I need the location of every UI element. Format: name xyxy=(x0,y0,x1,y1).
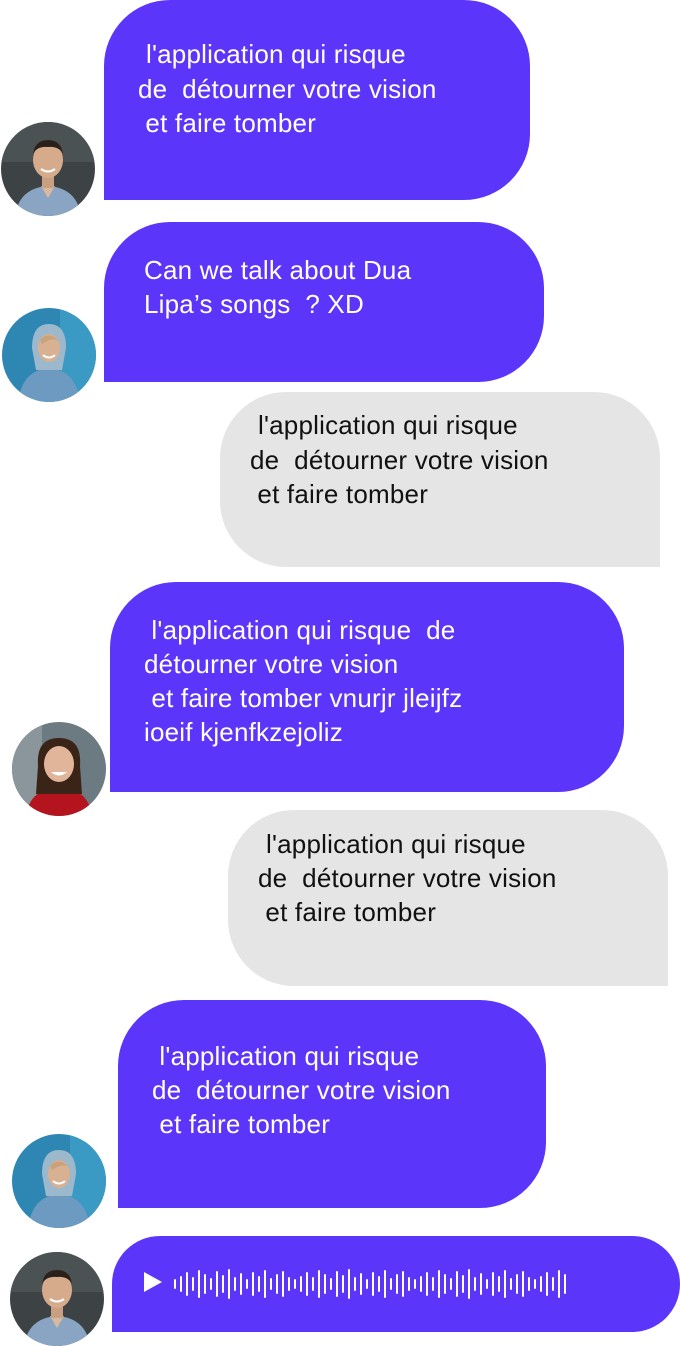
waveform-bar xyxy=(408,1277,410,1291)
waveform-bar xyxy=(210,1278,212,1290)
waveform-bar xyxy=(336,1271,338,1297)
waveform-bar xyxy=(258,1276,260,1292)
message-line: de détourner votre vision xyxy=(250,445,549,475)
waveform-bar xyxy=(174,1279,176,1289)
waveform-bar xyxy=(330,1278,332,1290)
message-line: et faire tomber vnurjr jleijfz xyxy=(144,683,463,713)
waveform-bar xyxy=(456,1271,458,1297)
message-bubble-4[interactable]: l'application qui risque de détourner vo… xyxy=(110,582,624,792)
waveform-bar xyxy=(492,1272,494,1296)
waveform-bar xyxy=(384,1270,386,1298)
waveform-bar xyxy=(348,1269,350,1299)
waveform-bar xyxy=(354,1277,356,1291)
message-line: de détourner votre vision xyxy=(152,1075,451,1105)
waveform-bar xyxy=(264,1270,266,1298)
waveform-bar xyxy=(510,1278,512,1290)
message-bubble-2[interactable]: Can we talk about Dua Lipa’s songs ? XD xyxy=(104,222,544,382)
waveform-bar xyxy=(432,1277,434,1291)
message-bubble-3[interactable]: l'application qui risque de détourner vo… xyxy=(220,392,660,567)
waveform-bar xyxy=(288,1277,290,1291)
waveform-bar xyxy=(540,1276,542,1292)
message-line: Can we talk about Dua xyxy=(144,255,412,285)
waveform-bar xyxy=(462,1275,464,1293)
waveform-bar xyxy=(468,1269,470,1299)
waveform-bar xyxy=(294,1279,296,1289)
waveform-bar xyxy=(450,1278,452,1290)
smiling-woman-avatar[interactable] xyxy=(12,722,106,816)
message-line: de détourner votre vision xyxy=(138,74,437,104)
message-bubble-5[interactable]: l'application qui risque de détourner vo… xyxy=(228,810,668,986)
message-line: et faire tomber xyxy=(258,897,437,927)
waveform-bar xyxy=(522,1271,524,1297)
waveform-bar xyxy=(318,1270,320,1298)
voice-message-bubble[interactable] xyxy=(112,1236,680,1332)
waveform-bar xyxy=(252,1272,254,1296)
waveform-bar xyxy=(228,1269,230,1299)
message-line: et faire tomber xyxy=(152,1109,331,1139)
waveform-bar xyxy=(300,1276,302,1292)
waveform-bar xyxy=(426,1272,428,1296)
waveform-bar xyxy=(486,1279,488,1289)
message-bubble-1[interactable]: l'application qui risque de détourner vo… xyxy=(104,0,530,200)
waveform-bar xyxy=(534,1279,536,1289)
waveform-bar xyxy=(390,1278,392,1290)
message-line: détourner votre vision xyxy=(144,649,399,679)
hooded-woman-avatar[interactable] xyxy=(2,308,96,402)
waveform-bar xyxy=(240,1273,242,1295)
waveform-bar xyxy=(444,1274,446,1294)
waveform-bar xyxy=(270,1278,272,1290)
waveform-bar xyxy=(438,1270,440,1298)
waveform-bar xyxy=(480,1273,482,1295)
waveform-bar xyxy=(234,1277,236,1291)
waveform-bar xyxy=(396,1274,398,1294)
waveform-bar xyxy=(180,1276,182,1292)
man-avatar[interactable] xyxy=(1,122,95,216)
waveform-bar xyxy=(186,1272,188,1296)
waveform-bar xyxy=(282,1271,284,1297)
message-line: l'application qui risque xyxy=(146,39,406,69)
waveform-bar xyxy=(216,1271,218,1297)
waveform-bar xyxy=(360,1273,362,1295)
waveform-bar xyxy=(372,1272,374,1296)
waveform-bar xyxy=(204,1274,206,1294)
waveform[interactable] xyxy=(174,1264,574,1304)
waveform-bar xyxy=(246,1279,248,1289)
play-icon[interactable] xyxy=(142,1270,164,1294)
waveform-bar xyxy=(342,1275,344,1293)
waveform-bar xyxy=(324,1274,326,1294)
waveform-bar xyxy=(528,1277,530,1291)
waveform-bar xyxy=(306,1272,308,1296)
waveform-bar xyxy=(504,1270,506,1298)
waveform-bar xyxy=(402,1271,404,1297)
waveform-bar xyxy=(420,1276,422,1292)
message-line: et faire tomber xyxy=(138,108,317,138)
waveform-bar xyxy=(414,1279,416,1289)
message-line: l'application qui risque xyxy=(266,829,526,859)
waveform-bar xyxy=(498,1276,500,1292)
waveform-bar xyxy=(558,1270,560,1298)
waveform-bar xyxy=(546,1272,548,1296)
waveform-bar xyxy=(312,1277,314,1291)
waveform-bar xyxy=(222,1275,224,1293)
waveform-bar xyxy=(552,1277,554,1291)
man-avatar[interactable] xyxy=(10,1252,104,1346)
waveform-bar xyxy=(516,1274,518,1294)
waveform-bar xyxy=(564,1274,566,1294)
hooded-woman-avatar[interactable] xyxy=(12,1134,106,1228)
waveform-bar xyxy=(192,1277,194,1291)
waveform-bar xyxy=(474,1277,476,1291)
message-line: l'application qui risque xyxy=(152,1041,420,1071)
waveform-bar xyxy=(366,1279,368,1289)
waveform-bar xyxy=(198,1270,200,1298)
message-line: Lipa’s songs ? XD xyxy=(144,289,364,319)
message-line: et faire tomber xyxy=(250,479,429,509)
waveform-bar xyxy=(378,1276,380,1292)
message-bubble-6[interactable]: l'application qui risque de détourner vo… xyxy=(118,1000,546,1208)
message-line: de détourner votre vision xyxy=(258,863,557,893)
message-line: l'application qui risque de xyxy=(144,615,456,645)
message-line: ioeif kjenfkzejoliz xyxy=(144,717,343,747)
message-line: l'application qui risque xyxy=(258,410,518,440)
waveform-bar xyxy=(276,1274,278,1294)
